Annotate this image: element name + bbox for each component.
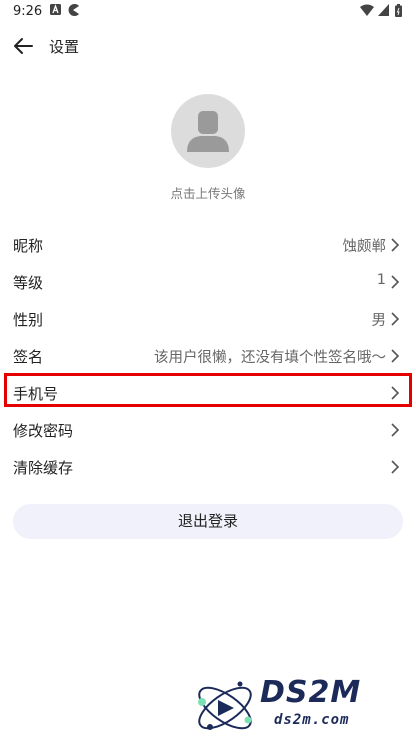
wifi-icon (360, 4, 374, 16)
chevron-right-icon (391, 238, 400, 252)
row-clear-cache[interactable]: 清除缓存 (0, 448, 416, 485)
row-gender[interactable]: 性别 男 (0, 300, 416, 337)
row-label: 签名 (13, 348, 44, 366)
back-arrow-icon[interactable] (12, 34, 36, 58)
row-value: 蚀颇郸 (342, 239, 387, 255)
row-nickname[interactable]: 昵称 蚀颇郸 (0, 226, 416, 263)
upload-avatar-label[interactable]: 点击上传头像 (0, 183, 416, 202)
notification-a-icon (50, 4, 61, 15)
row-signature[interactable]: 签名 该用户很懒，还没有填个性签名哦～ (0, 337, 416, 374)
row-value: 1 (376, 272, 386, 288)
ds2m-watermark-logo: DS2M ds2m.com (198, 675, 361, 730)
logout-button[interactable]: 退出登录 (13, 504, 403, 539)
status-bar: 9:26 (0, 0, 416, 24)
top-bar: 设置 (0, 28, 416, 64)
chevron-right-icon (391, 275, 400, 289)
row-value: 男 (371, 313, 387, 329)
page-title: 设置 (49, 38, 80, 56)
row-label: 性别 (13, 311, 44, 329)
chevron-right-icon (391, 460, 400, 474)
status-time: 9:26 (13, 4, 43, 19)
chevron-right-icon (391, 349, 400, 363)
row-label: 手机号 (13, 385, 59, 403)
row-label: 等级 (13, 274, 44, 292)
row-label: 清除缓存 (13, 459, 74, 477)
default-user-icon (187, 111, 229, 152)
chevron-right-icon (391, 312, 400, 326)
row-label: 修改密码 (13, 422, 74, 440)
chevron-right-icon (391, 386, 400, 400)
row-phone[interactable]: 手机号 (0, 374, 416, 411)
row-change-password[interactable]: 修改密码 (0, 411, 416, 448)
avatar[interactable] (171, 94, 245, 168)
battery-icon (395, 4, 402, 17)
chevron-right-icon (391, 423, 400, 437)
row-level[interactable]: 等级 1 (0, 263, 416, 300)
notification-pac-icon (68, 4, 79, 16)
row-label: 昵称 (13, 237, 44, 255)
svg-text:DS2M: DS2M (260, 675, 361, 710)
svg-text:ds2m.com: ds2m.com (274, 712, 349, 728)
signal-icon (378, 4, 389, 16)
row-value: 该用户很懒，还没有填个性签名哦～ (154, 350, 386, 366)
